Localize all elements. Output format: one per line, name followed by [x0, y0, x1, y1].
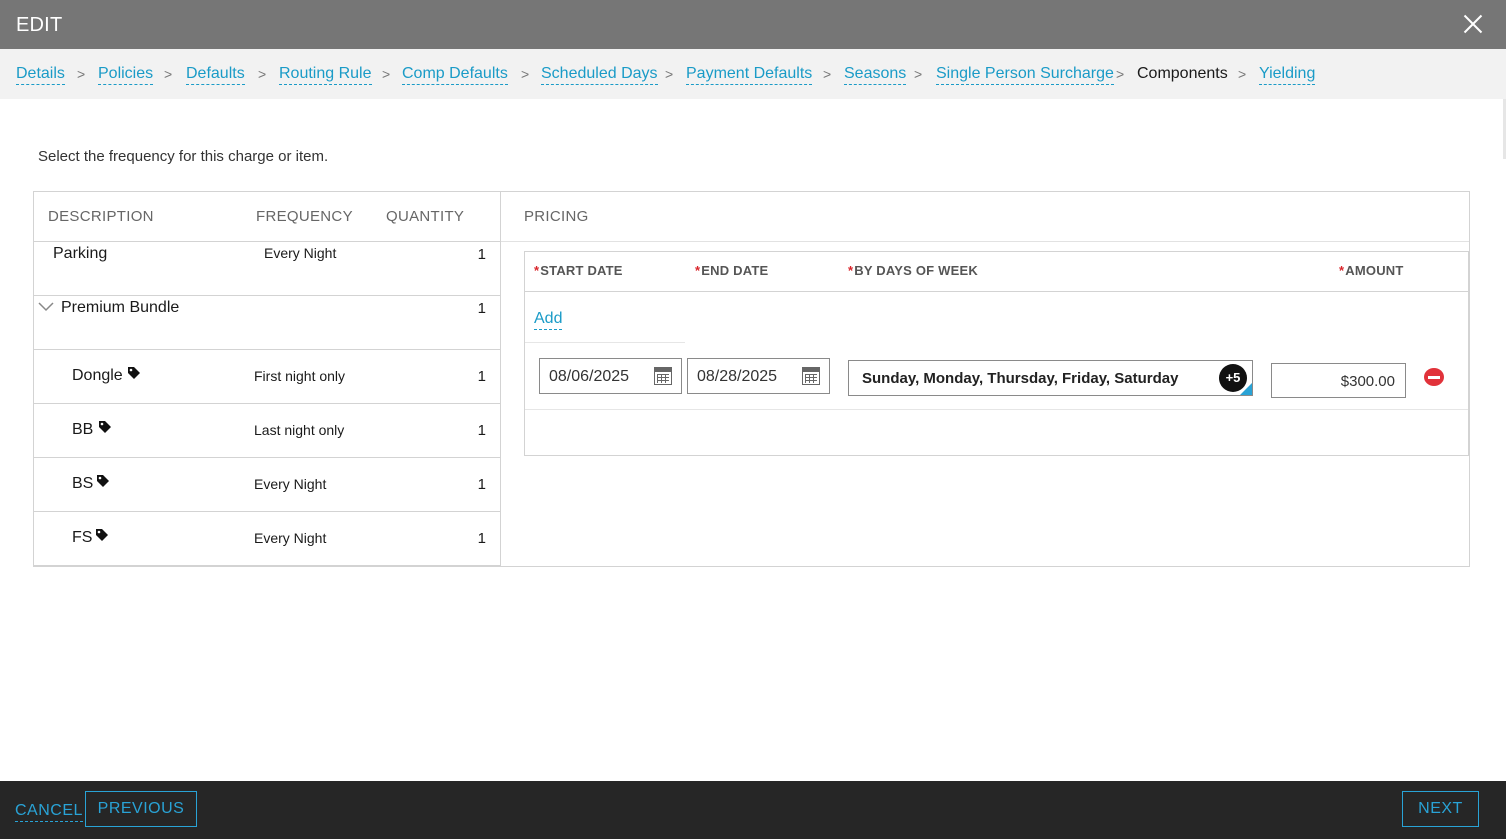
pricing-header-divider — [501, 241, 1469, 242]
column-amount: *AMOUNT — [1339, 263, 1404, 278]
pricing-table — [524, 251, 1469, 456]
previous-button[interactable]: PREVIOUS — [85, 791, 197, 827]
breadcrumb-separator: > — [1116, 66, 1125, 82]
required-marker: * — [848, 263, 854, 278]
header-divider — [34, 241, 500, 242]
edit-dialog: EDIT Details > Policies > Defaults > Rou… — [0, 0, 1506, 839]
days-of-week-value: Sunday, Monday, Thursday, Friday, Saturd… — [862, 370, 1179, 387]
required-marker: * — [695, 263, 701, 278]
column-days-of-week: *BY DAYS OF WEEK — [848, 263, 978, 278]
breadcrumb-separator: > — [258, 66, 267, 82]
row-dongle-quantity: 1 — [477, 368, 486, 385]
calendar-icon[interactable] — [654, 367, 672, 385]
breadcrumb-separator: > — [164, 66, 173, 82]
breadcrumb-separator: > — [1238, 66, 1247, 82]
start-date-input[interactable]: 08/06/2025 — [539, 358, 682, 394]
row-parking-description: Parking — [53, 245, 108, 262]
dialog-footer — [0, 781, 1506, 839]
row-bs-description: BS — [72, 475, 94, 492]
row-divider — [34, 349, 500, 350]
breadcrumb-separator: > — [521, 66, 530, 82]
dropdown-corner-icon — [1240, 383, 1252, 395]
breadcrumb-routing-rule[interactable]: Routing Rule — [279, 65, 372, 85]
row-divider — [34, 295, 500, 296]
tag-icon — [128, 367, 140, 379]
column-end-date: *END DATE — [695, 263, 769, 278]
next-button[interactable]: NEXT — [1402, 791, 1479, 827]
chevron-down-icon[interactable] — [38, 302, 54, 312]
row-premium-bundle-description: Premium Bundle — [61, 299, 180, 316]
row-bs-frequency[interactable]: Every Night — [254, 476, 326, 492]
pricing-row-divider — [525, 409, 1468, 410]
row-fs-description: FS — [72, 529, 93, 546]
breadcrumb-scheduled-days[interactable]: Scheduled Days — [541, 65, 658, 85]
row-divider — [34, 403, 500, 404]
dialog-title: EDIT — [16, 14, 63, 36]
instructions-text: Select the frequency for this charge or … — [38, 148, 329, 165]
breadcrumb-separator: > — [914, 66, 923, 82]
breadcrumb-payment-defaults[interactable]: Payment Defaults — [686, 65, 813, 85]
row-bs-quantity: 1 — [477, 476, 486, 493]
row-divider — [34, 565, 500, 566]
end-date-input[interactable]: 08/28/2025 — [687, 358, 830, 394]
breadcrumb-single-person-surcharge[interactable]: Single Person Surcharge — [936, 65, 1114, 85]
row-bb-frequency[interactable]: Last night only — [254, 422, 344, 438]
row-parking-frequency[interactable]: Every Night — [264, 245, 336, 261]
header-description: DESCRIPTION — [48, 208, 154, 225]
breadcrumb-details[interactable]: Details — [16, 65, 65, 85]
tag-icon — [96, 529, 108, 541]
start-date-value: 08/06/2025 — [549, 368, 630, 385]
amount-input[interactable]: $300.00 — [1271, 363, 1406, 398]
calendar-icon[interactable] — [802, 367, 820, 385]
breadcrumb-separator: > — [77, 66, 86, 82]
row-dongle-description: Dongle — [72, 367, 123, 384]
panel-divider — [500, 191, 501, 567]
breadcrumb-yielding[interactable]: Yielding — [1259, 65, 1316, 85]
dialog-header: EDIT — [0, 0, 1506, 49]
row-bb-description: BB — [72, 421, 94, 438]
breadcrumb-defaults[interactable]: Defaults — [186, 65, 245, 85]
row-divider — [34, 457, 500, 458]
breadcrumb-separator: > — [823, 66, 832, 82]
tag-icon — [99, 421, 111, 433]
row-parking-quantity: 1 — [477, 246, 486, 263]
close-icon[interactable] — [1462, 13, 1484, 35]
pricing-table-header-divider — [524, 291, 1469, 292]
breadcrumb-separator: > — [382, 66, 391, 82]
pricing-header: PRICING — [524, 208, 589, 225]
required-marker: * — [534, 263, 540, 278]
breadcrumb-components: Components — [1137, 65, 1228, 82]
tag-icon — [97, 475, 109, 487]
breadcrumb-comp-defaults[interactable]: Comp Defaults — [402, 65, 508, 85]
remove-row-icon[interactable] — [1424, 368, 1444, 386]
cancel-button[interactable]: CANCEL — [15, 802, 83, 822]
amount-value: $300.00 — [1340, 373, 1395, 390]
breadcrumb-policies[interactable]: Policies — [98, 65, 154, 85]
header-quantity: QUANTITY — [386, 208, 465, 225]
column-start-date: *START DATE — [534, 263, 623, 278]
add-pricing-link[interactable]: Add — [534, 310, 563, 330]
days-of-week-select[interactable]: Sunday, Monday, Thursday, Friday, Saturd… — [848, 360, 1253, 396]
add-row-divider — [525, 342, 685, 343]
breadcrumb-separator: > — [665, 66, 674, 82]
row-bb-quantity: 1 — [477, 422, 486, 439]
breadcrumb: Details > Policies > Defaults > Routing … — [0, 49, 1506, 99]
required-marker: * — [1339, 263, 1345, 278]
header-frequency: FREQUENCY — [256, 208, 353, 225]
row-fs-frequency[interactable]: Every Night — [254, 530, 326, 546]
row-divider — [34, 511, 500, 512]
breadcrumb-seasons[interactable]: Seasons — [844, 65, 907, 85]
end-date-value: 08/28/2025 — [697, 368, 778, 385]
row-premium-bundle-quantity: 1 — [477, 300, 486, 317]
row-fs-quantity: 1 — [477, 530, 486, 547]
row-dongle-frequency[interactable]: First night only — [254, 368, 345, 384]
